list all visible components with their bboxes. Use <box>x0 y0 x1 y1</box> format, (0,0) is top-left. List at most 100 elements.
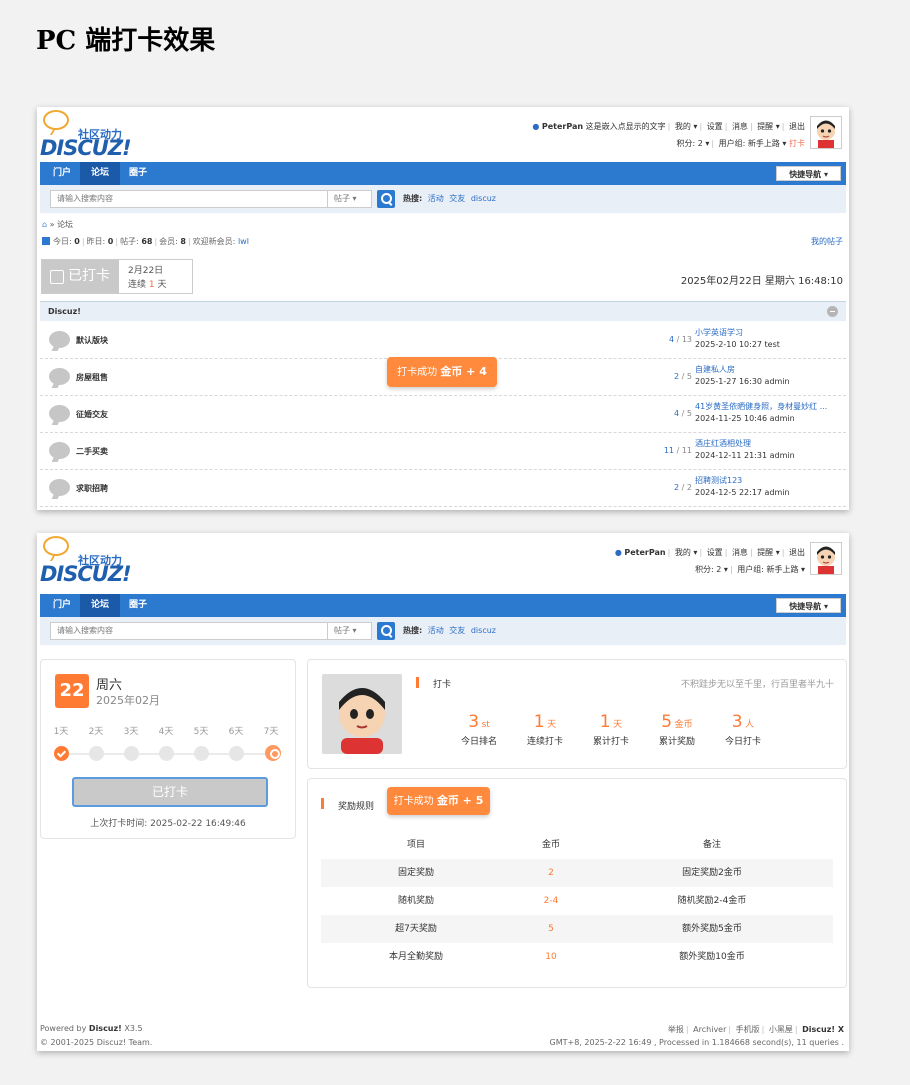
hot-link[interactable]: 活动 <box>428 626 444 635</box>
stat-value: 5 <box>661 712 673 732</box>
search-input[interactable]: 请输入搜索内容 <box>50 190 328 208</box>
report-link[interactable]: 举报 <box>668 1025 684 1034</box>
checkin-widget: 已打卡 2月22日 连续 1 天 <box>41 259 193 294</box>
stat-value: 1 <box>599 712 611 732</box>
logo-en: DISCUZ! <box>40 136 132 160</box>
user-icon: ● <box>614 548 622 557</box>
checked-in-button[interactable]: 已打卡 <box>72 777 268 807</box>
new-member-link[interactable]: lwl <box>238 237 249 246</box>
forum-counts: 2 / 2 <box>674 483 692 492</box>
checkin-link[interactable]: 打卡 <box>789 139 805 148</box>
search-icon[interactable] <box>377 622 395 640</box>
discuz-link[interactable]: Discuz! <box>89 1024 122 1033</box>
nav-forum[interactable]: 论坛 <box>80 162 120 185</box>
group-menu[interactable]: 用户组: 新手上路 ▾ <box>737 565 805 574</box>
hot-link[interactable]: 交友 <box>449 194 465 203</box>
stat-item: 1 天连续打卡 <box>514 712 576 747</box>
stat-label: 累计奖励 <box>658 737 695 747</box>
my-posts-link[interactable]: 我的帖子 <box>811 236 843 247</box>
mobile-link[interactable]: 手机版 <box>736 1025 760 1034</box>
nav-portal[interactable]: 门户 <box>44 162 80 185</box>
search-bar: 请输入搜索内容 帖子 ▾ 热搜: 活动 交友 discuz <box>40 617 846 645</box>
search-input[interactable]: 请输入搜索内容 <box>50 622 328 640</box>
breadcrumb: ⌂ » 论坛 <box>42 220 74 229</box>
last-post-title[interactable]: 酒庄红酒相处理 <box>695 438 751 449</box>
main-nav: 门户 论坛 圈子 快捷导航 ▾ <box>40 162 846 185</box>
checkin-screenshot: 社区动力 DISCUZ! ● PeterPan | 我的 ▾ | 设置 | 消息 | 提… <box>37 533 849 1051</box>
user-icon: ● <box>532 122 540 131</box>
search-type-select[interactable]: 帖子 ▾ <box>328 622 372 640</box>
forum-bubble-icon <box>49 442 70 459</box>
year-month: 2025年02月 <box>96 694 160 707</box>
settings-link[interactable]: 设置 <box>707 548 723 557</box>
collapse-icon[interactable] <box>827 306 838 317</box>
settings-link[interactable]: 设置 <box>707 122 723 131</box>
search-icon[interactable] <box>377 190 395 208</box>
username-link[interactable]: PeterPan <box>542 122 583 131</box>
my-menu[interactable]: 我的 ▾ <box>675 122 698 131</box>
hot-link[interactable]: 活动 <box>428 194 444 203</box>
quick-nav-button[interactable]: 快捷导航 ▾ <box>776 598 841 613</box>
runtime-info: GMT+8, 2025-2-22 16:49 , Processed in 1.… <box>549 1038 844 1047</box>
forum-name[interactable]: 二手买卖 <box>76 446 108 457</box>
forum-bubble-icon <box>49 405 70 422</box>
username-link[interactable]: PeterPan <box>624 548 665 557</box>
avatar[interactable] <box>810 116 842 149</box>
points-menu[interactable]: 积分: 2 ▾ <box>695 565 728 574</box>
logout-link[interactable]: 退出 <box>789 122 805 131</box>
nav-circle[interactable]: 圈子 <box>120 594 156 617</box>
last-post-title[interactable]: 41岁黄圣依晒健身照，身材曼妙红 ... <box>695 401 827 412</box>
forum-name[interactable]: 房屋租售 <box>76 372 108 383</box>
user-meta: 积分: 2 ▾ | 用户组: 新手上路 ▾ 打卡 <box>676 139 805 148</box>
forum-name[interactable]: 求职招聘 <box>76 483 108 494</box>
last-post-title[interactable]: 招聘测试123 <box>695 475 742 486</box>
stat-label: 连续打卡 <box>526 737 563 747</box>
archiver-link[interactable]: Archiver <box>693 1025 726 1034</box>
day-label: 7天 <box>263 727 279 737</box>
title-accent <box>416 677 419 688</box>
home-icon[interactable]: ⌂ <box>42 220 47 229</box>
forum-name[interactable]: 征婚交友 <box>76 409 108 420</box>
search-type-select[interactable]: 帖子 ▾ <box>328 190 372 208</box>
forum-bubble-icon <box>49 479 70 496</box>
stat-item: 3 st 今日排名 <box>448 712 510 747</box>
hot-link[interactable]: 交友 <box>449 626 465 635</box>
hot-link[interactable]: discuz <box>471 194 496 203</box>
nav-portal[interactable]: 门户 <box>44 594 80 617</box>
stat-unit: 天 <box>547 720 557 730</box>
last-post-title[interactable]: 小学英语学习 <box>695 327 743 338</box>
user-avatar-large <box>322 674 402 754</box>
messages-link[interactable]: 消息 <box>732 122 748 131</box>
hot-link[interactable]: discuz <box>471 626 496 635</box>
nav-forum[interactable]: 论坛 <box>80 594 120 617</box>
notify-menu[interactable]: 提醒 ▾ <box>757 122 780 131</box>
points-menu[interactable]: 积分: 2 ▾ <box>677 139 710 148</box>
forum-row: 二手买卖 11 / 11 酒庄红酒相处理 2024-12-11 21:31 admin <box>40 433 846 470</box>
quick-nav-button[interactable]: 快捷导航 ▾ <box>776 166 841 181</box>
messages-link[interactable]: 消息 <box>732 548 748 557</box>
last-post-title[interactable]: 自建私人房 <box>695 364 735 375</box>
checked-in-button[interactable]: 已打卡 <box>42 260 119 293</box>
my-menu[interactable]: 我的 ▾ <box>675 548 698 557</box>
table-row: 固定奖励 2 固定奖励2金币 <box>321 859 833 887</box>
forum-group-header: Discuz! <box>40 301 846 321</box>
breadcrumb-forum[interactable]: 论坛 <box>57 220 73 229</box>
forum-row: 求职招聘 2 / 2 招聘测试123 2024-12-5 22:17 admin <box>40 470 846 507</box>
notify-menu[interactable]: 提醒 ▾ <box>757 548 780 557</box>
day-done-icon <box>54 746 69 761</box>
day-dot <box>229 746 244 761</box>
discuz-brand-link[interactable]: Discuz! X <box>802 1025 844 1034</box>
logout-link[interactable]: 退出 <box>789 548 805 557</box>
blackroom-link[interactable]: 小黑屋 <box>769 1025 793 1034</box>
day-dot <box>194 746 209 761</box>
forum-stats: 今日: 0 | 昨日: 0 | 帖子: 68 | 会员: 8 | 欢迎新会员: lwl <box>42 236 249 247</box>
forum-name[interactable]: 默认版块 <box>76 335 108 346</box>
last-checkin-time: 上次打卡时间: 2025-02-22 16:49:46 <box>90 819 246 829</box>
last-post-meta: 2025-1-27 16:30 admin <box>695 377 790 386</box>
forum-group-title[interactable]: Discuz! <box>48 307 81 316</box>
nav-circle[interactable]: 圈子 <box>120 162 156 185</box>
avatar[interactable] <box>810 542 842 575</box>
group-menu[interactable]: 用户组: 新手上路 ▾ <box>719 139 787 148</box>
stat-item: 1 天累计打卡 <box>580 712 642 747</box>
day-label: 6天 <box>228 727 244 737</box>
